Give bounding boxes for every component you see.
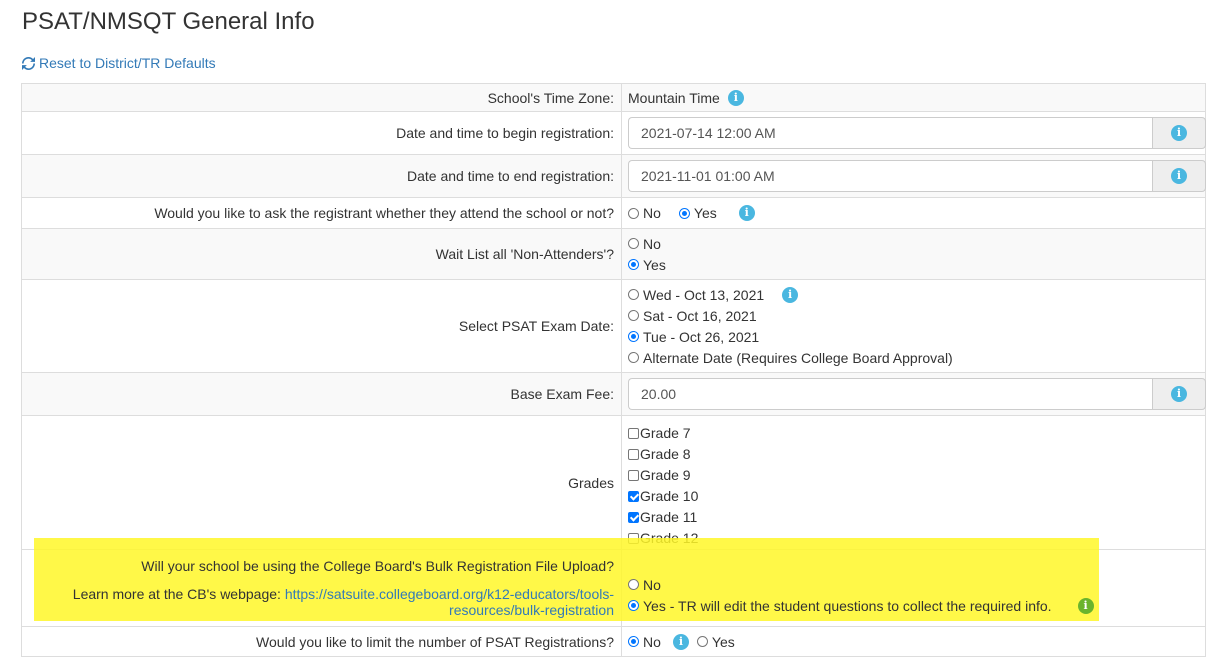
waitlist-yes-radio[interactable] [628,259,639,270]
waitlist-no-radio[interactable] [628,238,639,249]
row-exam-date: Select PSAT Exam Date: Wed - Oct 13, 202… [21,279,1206,373]
info-icon: i [1171,125,1187,141]
exam-date-radio-alternate[interactable] [628,352,639,363]
grade-9-checkbox[interactable] [628,469,639,481]
row-grades: Grades Grade 7 Grade 8 Grade 9 Grade 10 … [21,415,1206,550]
timezone-value: Mountain Time [628,89,720,106]
row-attend: Would you like to ask the registrant whe… [21,197,1206,229]
reset-defaults-label: Reset to District/TR Defaults [39,55,216,71]
limit-no-radio[interactable] [628,636,639,647]
grade-option-label: Grade 8 [640,446,691,462]
exam-date-label: Select PSAT Exam Date: [21,279,622,373]
reg-begin-label: Date and time to begin registration: [21,111,622,155]
refresh-icon [22,56,35,70]
exam-date-radio-oct16[interactable] [628,310,639,321]
row-timezone: School's Time Zone: Mountain Time i [21,83,1206,112]
grade-option-label: Grade 9 [640,467,691,483]
fee-label: Base Exam Fee: [21,372,622,416]
row-waitlist: Wait List all 'Non-Attenders'? No Yes [21,228,1206,280]
reg-end-info-button[interactable]: i [1152,160,1206,192]
info-icon[interactable]: i [727,89,744,106]
grade-11-checkbox[interactable] [628,511,639,523]
grade-option-label: Grade 12 [640,530,699,546]
page-title: PSAT/NMSQT General Info [22,8,315,35]
info-icon: i [1171,386,1187,402]
bulk-no-label: No [643,576,661,593]
exam-date-option-label: Sat - Oct 16, 2021 [643,307,757,324]
fee-input[interactable]: 20.00 [628,378,1152,410]
bulk-label: Will your school be using the College Bo… [141,558,614,574]
reg-begin-input[interactable]: 2021-07-14 12:00 AM [628,117,1152,149]
grade-7-checkbox[interactable] [628,427,639,439]
waitlist-no-label: No [643,235,661,252]
info-icon: i [1171,168,1187,184]
row-limit: Would you like to limit the number of PS… [21,626,1206,657]
info-icon[interactable]: i [782,286,799,303]
bulk-yes-radio[interactable] [628,600,639,611]
attend-no-radio[interactable] [628,207,639,219]
attend-no-label: No [643,205,661,221]
grades-label: Grades [21,415,622,550]
attend-yes-radio[interactable] [678,207,690,219]
grade-8-checkbox[interactable] [628,448,639,460]
reg-end-label: Date and time to end registration: [21,154,622,198]
limit-no-label: No [643,633,661,650]
reg-begin-info-button[interactable]: i [1152,117,1206,149]
bulk-yes-label: Yes - TR will edit the student questions… [643,597,1052,614]
exam-date-option-label: Alternate Date (Requires College Board A… [643,349,953,366]
exam-date-option-label: Wed - Oct 13, 2021 [643,286,765,303]
bulk-no-radio[interactable] [628,579,639,590]
grade-option-label: Grade 7 [640,425,691,441]
info-icon[interactable]: i [738,205,755,221]
bulk-registration-link[interactable]: https://satsuite.collegeboard.org/k12-ed… [285,586,614,602]
row-fee: Base Exam Fee: 20.00 i [21,372,1206,416]
row-reg-begin: Date and time to begin registration: 202… [21,111,1206,155]
settings-table: School's Time Zone: Mountain Time i Date… [21,83,1206,657]
exam-date-radio-oct26[interactable] [628,331,639,342]
limit-label: Would you like to limit the number of PS… [21,626,622,657]
waitlist-label: Wait List all 'Non-Attenders'? [21,228,622,280]
info-icon[interactable]: i [1077,597,1094,614]
bulk-learn-prefix: Learn more at the CB's webpage: [72,586,281,602]
bulk-registration-link-cont[interactable]: resources/bulk-registration [449,602,614,618]
row-reg-end: Date and time to end registration: 2021-… [21,154,1206,198]
timezone-label: School's Time Zone: [21,83,622,112]
attend-yes-label: Yes [693,205,717,221]
exam-date-radio-oct13[interactable] [628,289,639,300]
limit-yes-label: Yes [711,633,735,650]
grade-option-label: Grade 11 [640,509,698,525]
grade-10-checkbox[interactable] [628,490,639,502]
grade-option-label: Grade 10 [640,488,699,504]
waitlist-yes-label: Yes [643,256,666,273]
fee-info-button[interactable]: i [1152,378,1206,410]
reset-defaults-link[interactable]: Reset to District/TR Defaults [22,55,216,71]
limit-yes-radio[interactable] [696,636,708,647]
info-icon[interactable]: i [672,633,689,650]
row-bulk: Will your school be using the College Bo… [21,549,1206,627]
exam-date-option-label: Tue - Oct 26, 2021 [643,328,760,345]
grade-12-checkbox[interactable] [628,532,639,544]
attend-label: Would you like to ask the registrant whe… [21,197,622,229]
reg-end-input[interactable]: 2021-11-01 01:00 AM [628,160,1152,192]
